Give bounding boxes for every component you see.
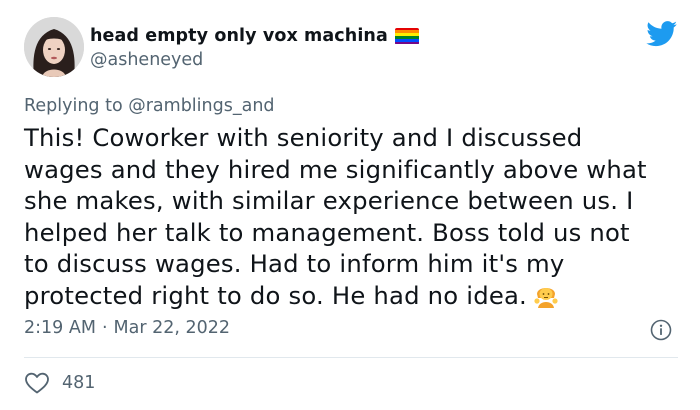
person-shrugging-emoji: [534, 287, 558, 308]
twitter-bird-icon[interactable]: [646, 21, 678, 47]
rainbow-flag-emoji: [394, 27, 419, 45]
tweet-text-line: helped her talk to management. Boss told…: [24, 217, 630, 247]
tweet-time: 2:19 AM: [24, 318, 96, 338]
tweet-text-line: protected right to do so. He had no idea…: [24, 280, 527, 310]
divider: [24, 357, 678, 358]
replying-prefix: Replying to: [24, 96, 129, 116]
display-name-row: head empty only vox machina: [90, 24, 419, 48]
tweet-text-line: she makes, with similar experience betwe…: [24, 186, 634, 216]
timestamp-separator: ·: [101, 318, 108, 338]
tweet-text-line-last: protected right to do so. He had no idea…: [24, 280, 674, 312]
tweet-card: head empty only vox machina @asheneyed R…: [0, 0, 700, 410]
display-name[interactable]: head empty only vox machina: [90, 26, 388, 46]
reply-mention-link[interactable]: @ramblings_and: [128, 96, 274, 116]
info-icon[interactable]: [650, 319, 672, 341]
user-handle[interactable]: @asheneyed: [90, 50, 203, 70]
like-button[interactable]: 481: [24, 368, 95, 398]
avatar[interactable]: [24, 17, 84, 77]
profile-avatar-image: [24, 17, 84, 77]
tweet-text-line: wages and they hired me significantly ab…: [24, 154, 647, 184]
replying-to: Replying to @ramblings_and: [24, 96, 275, 116]
like-count: 481: [62, 373, 96, 393]
heart-icon: [25, 372, 49, 394]
tweet-text-line: to discuss wages. Had to inform him it's…: [24, 249, 565, 279]
tweet-timestamp[interactable]: 2:19 AM · Mar 22, 2022: [24, 318, 230, 338]
tweet-text: This! Coworker with seniority and I disc…: [24, 122, 674, 312]
tweet-text-line: This! Coworker with seniority and I disc…: [24, 123, 583, 152]
tweet-date: Mar 22, 2022: [113, 318, 231, 338]
